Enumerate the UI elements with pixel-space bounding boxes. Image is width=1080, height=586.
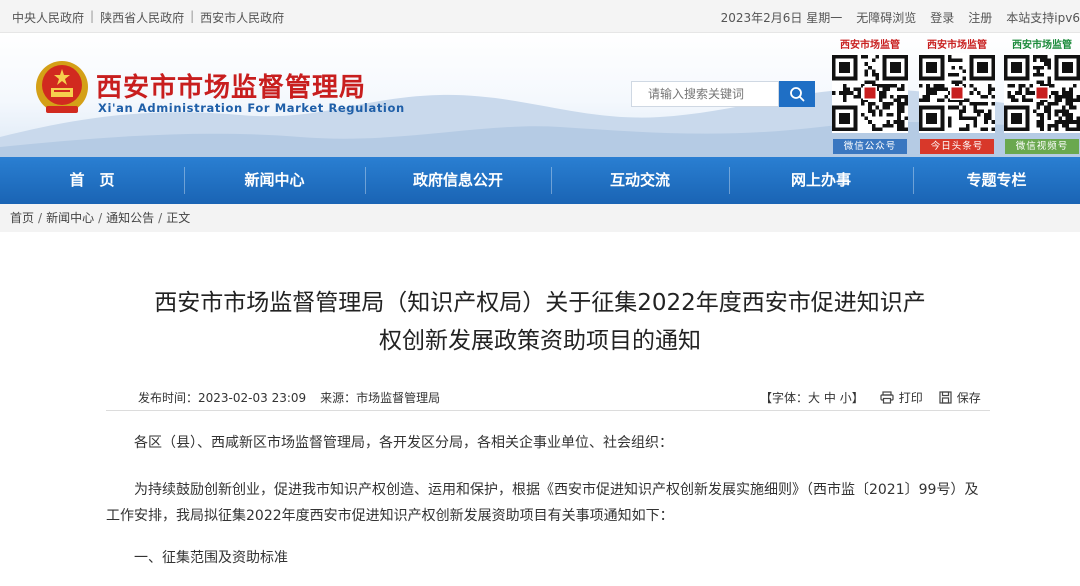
font-large-button[interactable]: 大 [808, 391, 820, 405]
gov-links: 中央人民政府 | 陕西省人民政府 | 西安市人民政府 [12, 9, 284, 26]
qr-wechat-official[interactable]: 西安市场监管 微信公众号 [831, 39, 909, 154]
article-paragraph: 为持续鼓励创新创业，促进我市知识产权创造、运用和保护，根据《西安市促进知识产权创… [106, 482, 979, 524]
nav-interaction[interactable]: 互动交流 [551, 157, 729, 204]
accessibility-link[interactable]: 无障碍浏览 [856, 9, 916, 26]
font-size-control: 【字体：大 中 小】 [760, 389, 864, 406]
separator: / [38, 211, 43, 225]
qr-code-icon [1004, 53, 1080, 133]
top-right-links: 2023年2月6日 星期一 无障碍浏览 登录 注册 本站支持ipv6 [721, 9, 1080, 26]
breadcrumb-notices[interactable]: 通知公告 [106, 204, 154, 232]
source-value: 市场监督管理局 [356, 391, 441, 405]
breadcrumb-home[interactable]: 首页 [10, 204, 34, 232]
save-label: 保存 [956, 391, 981, 405]
current-date: 2023年2月6日 星期一 [720, 11, 843, 25]
qr-title: 西安市场监管 [840, 40, 900, 51]
article-title: 西安市市场监督管理局（知识产权局）关于征集2022年度西安市促进知识产 权创新发… [60, 284, 1020, 360]
article-tools: 【字体：大 中 小】 打印 保存 [760, 389, 981, 406]
qr-code-icon [832, 53, 908, 133]
qr-title: 西安市场监管 [927, 40, 987, 51]
site-header: 西安市市场监督管理局 Xi'an Administration For Mark… [0, 33, 1080, 157]
register-link[interactable]: 注册 [968, 9, 992, 26]
ipv6-notice: 本站支持ipv6 [1006, 11, 1080, 25]
article-section-heading: 一、征集范围及资助标准 [134, 550, 288, 566]
search-input[interactable] [631, 81, 779, 107]
search-icon [790, 87, 805, 102]
top-bar: 中央人民政府 | 陕西省人民政府 | 西安市人民政府 2023年2月6日 星期一… [0, 0, 1080, 33]
qr-toutiao[interactable]: 西安市场监管 今日头条号 [918, 39, 996, 154]
article-title-line: 西安市市场监督管理局（知识产权局）关于征集2022年度西安市促进知识产 [154, 290, 926, 316]
publish-time: 发布时间：2023-02-03 23:09 [138, 389, 306, 406]
qr-code-icon [919, 53, 995, 133]
login-link[interactable]: 登录 [930, 9, 954, 26]
national-emblem-icon [36, 61, 88, 113]
meta-divider [106, 410, 990, 411]
breadcrumb-news[interactable]: 新闻中心 [46, 204, 94, 232]
separator: | [190, 9, 195, 23]
qr-title: 西安市场监管 [1012, 40, 1072, 51]
separator: | [90, 9, 95, 23]
print-label: 打印 [898, 391, 923, 405]
article-source: 来源：市场监督管理局 [320, 389, 440, 406]
qr-wechat-video[interactable]: 西安市场监管 微信视频号 [1003, 39, 1080, 154]
font-medium-button[interactable]: 中 [824, 391, 836, 405]
nav-home[interactable]: 首 页 [0, 157, 184, 204]
search-button[interactable] [779, 81, 815, 107]
link-xian-gov[interactable]: 西安市人民政府 [200, 9, 284, 26]
main-nav: 首 页 新闻中心 政府信息公开 互动交流 网上办事 专题专栏 [0, 157, 1080, 204]
separator: / [158, 211, 163, 225]
save-button[interactable]: 保存 [939, 389, 981, 406]
source-label: 来源： [320, 391, 357, 405]
publish-value: 2023-02-03 23:09 [198, 391, 307, 405]
qr-caption: 微信视频号 [1005, 139, 1079, 154]
nav-news[interactable]: 新闻中心 [184, 157, 365, 204]
breadcrumb-current: 正文 [166, 211, 191, 225]
font-label: 【字体： [760, 391, 809, 405]
qr-caption: 微信公众号 [833, 139, 907, 154]
article-meta: 发布时间：2023-02-03 23:09 来源：市场监督管理局 [138, 389, 440, 406]
site-subtitle: Xi'an Administration For Market Regulati… [98, 101, 405, 115]
qr-caption: 今日头条号 [920, 139, 994, 154]
breadcrumb: 首页 / 新闻中心 / 通知公告 / 正文 [0, 204, 1080, 232]
publish-label: 发布时间： [138, 391, 199, 405]
link-shaanxi-gov[interactable]: 陕西省人民政府 [100, 9, 184, 26]
separator: / [98, 211, 103, 225]
print-button[interactable]: 打印 [880, 389, 923, 406]
save-icon [939, 391, 952, 404]
printer-icon [880, 391, 894, 404]
link-central-gov[interactable]: 中央人民政府 [12, 9, 84, 26]
nav-special-topics[interactable]: 专题专栏 [913, 157, 1080, 204]
article-title-line: 权创新发展政策资助项目的通知 [379, 328, 701, 354]
article-paragraph: 各区（县）、西咸新区市场监督管理局，各开发区分局，各相关企事业单位、社会组织： [134, 435, 673, 451]
font-label-end: 】 [851, 391, 864, 405]
site-title: 西安市市场监督管理局 [96, 73, 367, 103]
nav-gov-info[interactable]: 政府信息公开 [365, 157, 551, 204]
font-small-button[interactable]: 小 [840, 391, 852, 405]
nav-online-service[interactable]: 网上办事 [729, 157, 913, 204]
